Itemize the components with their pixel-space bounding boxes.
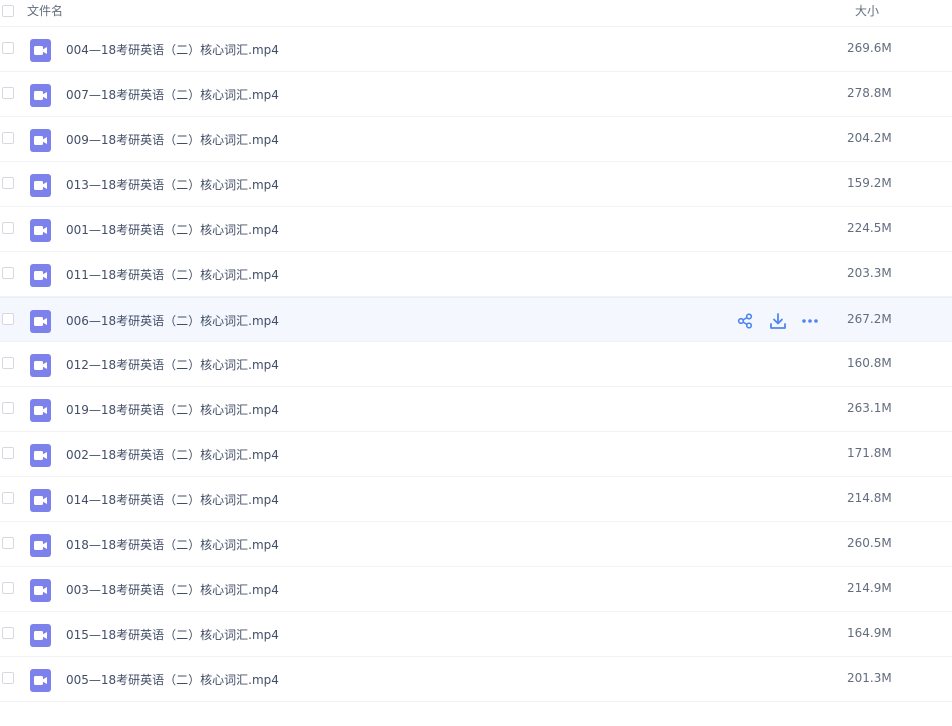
file-name[interactable]: 005—18考研英语（二）核心词汇.mp4 bbox=[66, 671, 279, 688]
file-size: 160.8M bbox=[847, 356, 892, 370]
file-size: 224.5M bbox=[847, 221, 892, 235]
row-checkbox[interactable] bbox=[2, 492, 14, 504]
file-row[interactable]: 009—18考研英语（二）核心词汇.mp4 204.2M bbox=[0, 117, 952, 162]
file-name[interactable]: 015—18考研英语（二）核心词汇.mp4 bbox=[66, 626, 279, 643]
video-file-icon bbox=[30, 399, 51, 422]
file-row[interactable]: 012—18考研英语（二）核心词汇.mp4 160.8M bbox=[0, 342, 952, 387]
file-row[interactable]: 001—18考研英语（二）核心词汇.mp4 224.5M bbox=[0, 207, 952, 252]
video-file-icon bbox=[30, 579, 51, 602]
video-file-icon bbox=[30, 489, 51, 512]
video-file-icon bbox=[30, 310, 51, 333]
row-checkbox[interactable] bbox=[2, 582, 14, 594]
file-row[interactable]: 014—18考研英语（二）核心词汇.mp4 214.8M bbox=[0, 477, 952, 522]
column-header-size[interactable]: 大小 bbox=[855, 2, 879, 19]
file-row[interactable]: 007—18考研英语（二）核心词汇.mp4 278.8M bbox=[0, 72, 952, 117]
row-checkbox[interactable] bbox=[2, 87, 14, 99]
file-name[interactable]: 014—18考研英语（二）核心词汇.mp4 bbox=[66, 491, 279, 508]
row-checkbox[interactable] bbox=[2, 537, 14, 549]
row-checkbox[interactable] bbox=[2, 222, 14, 234]
file-size: 159.2M bbox=[847, 176, 892, 190]
row-checkbox[interactable] bbox=[2, 42, 14, 54]
file-name[interactable]: 006—18考研英语（二）核心词汇.mp4 bbox=[66, 312, 279, 329]
file-row[interactable]: 002—18考研英语（二）核心词汇.mp4 171.8M bbox=[0, 432, 952, 477]
video-file-icon bbox=[30, 354, 51, 377]
file-row[interactable]: 018—18考研英语（二）核心词汇.mp4 260.5M bbox=[0, 522, 952, 567]
file-name[interactable]: 012—18考研英语（二）核心词汇.mp4 bbox=[66, 356, 279, 373]
file-name[interactable]: 009—18考研英语（二）核心词汇.mp4 bbox=[66, 131, 279, 148]
file-name[interactable]: 004—18考研英语（二）核心词汇.mp4 bbox=[66, 41, 279, 58]
file-size: 278.8M bbox=[847, 86, 892, 100]
video-file-icon bbox=[30, 624, 51, 647]
file-list: 文件名 大小 004—18考研英语（二）核心词汇.mp4 269.6M 007—18… bbox=[0, 0, 952, 726]
list-header: 文件名 大小 bbox=[0, 0, 952, 27]
video-file-icon bbox=[30, 444, 51, 467]
file-name[interactable]: 018—18考研英语（二）核心词汇.mp4 bbox=[66, 536, 279, 553]
video-file-icon bbox=[30, 174, 51, 197]
video-file-icon bbox=[30, 219, 51, 242]
file-size: 214.8M bbox=[847, 491, 892, 505]
file-size: 204.2M bbox=[847, 131, 892, 145]
file-name[interactable]: 002—18考研英语（二）核心词汇.mp4 bbox=[66, 446, 279, 463]
download-icon[interactable] bbox=[767, 310, 789, 332]
row-checkbox[interactable] bbox=[2, 627, 14, 639]
file-size: 201.3M bbox=[847, 671, 892, 685]
file-row[interactable]: 019—18考研英语（二）核心词汇.mp4 263.1M bbox=[0, 387, 952, 432]
more-icon[interactable] bbox=[799, 310, 821, 332]
file-row[interactable]: 005—18考研英语（二）核心词汇.mp4 201.3M bbox=[0, 657, 952, 702]
video-file-icon bbox=[30, 129, 51, 152]
row-checkbox[interactable] bbox=[2, 267, 14, 279]
file-size: 260.5M bbox=[847, 536, 892, 550]
file-row[interactable]: 011—18考研英语（二）核心词汇.mp4 203.3M bbox=[0, 252, 952, 297]
share-icon[interactable] bbox=[734, 310, 756, 332]
file-row[interactable]: 004—18考研英语（二）核心词汇.mp4 269.6M bbox=[0, 27, 952, 72]
file-size: 164.9M bbox=[847, 626, 892, 640]
row-checkbox[interactable] bbox=[2, 177, 14, 189]
file-name[interactable]: 019—18考研英语（二）核心词汇.mp4 bbox=[66, 401, 279, 418]
column-header-name[interactable]: 文件名 bbox=[27, 2, 63, 19]
video-file-icon bbox=[30, 669, 51, 692]
video-file-icon bbox=[30, 39, 51, 62]
file-row[interactable]: 006—18考研英语（二）核心词汇.mp4 267.2M bbox=[0, 297, 952, 342]
file-name[interactable]: 011—18考研英语（二）核心词汇.mp4 bbox=[66, 266, 279, 283]
file-size: 171.8M bbox=[847, 446, 892, 460]
row-checkbox[interactable] bbox=[2, 672, 14, 684]
row-checkbox[interactable] bbox=[2, 447, 14, 459]
file-name[interactable]: 003—18考研英语（二）核心词汇.mp4 bbox=[66, 581, 279, 598]
video-file-icon bbox=[30, 264, 51, 287]
file-name[interactable]: 013—18考研英语（二）核心词汇.mp4 bbox=[66, 176, 279, 193]
file-name[interactable]: 001—18考研英语（二）核心词汇.mp4 bbox=[66, 221, 279, 238]
file-row[interactable]: 015—18考研英语（二）核心词汇.mp4 164.9M bbox=[0, 612, 952, 657]
file-size: 267.2M bbox=[847, 312, 892, 326]
file-row[interactable]: 013—18考研英语（二）核心词汇.mp4 159.2M bbox=[0, 162, 952, 207]
file-row[interactable]: 003—18考研英语（二）核心词汇.mp4 214.9M bbox=[0, 567, 952, 612]
file-size: 214.9M bbox=[847, 581, 892, 595]
file-size: 203.3M bbox=[847, 266, 892, 280]
row-checkbox[interactable] bbox=[2, 402, 14, 414]
file-size: 269.6M bbox=[847, 41, 892, 55]
row-checkbox[interactable] bbox=[2, 357, 14, 369]
file-size: 263.1M bbox=[847, 401, 892, 415]
row-checkbox[interactable] bbox=[2, 313, 14, 325]
select-all-checkbox[interactable] bbox=[2, 5, 14, 17]
row-checkbox[interactable] bbox=[2, 132, 14, 144]
video-file-icon bbox=[30, 84, 51, 107]
video-file-icon bbox=[30, 534, 51, 557]
file-name[interactable]: 007—18考研英语（二）核心词汇.mp4 bbox=[66, 86, 279, 103]
